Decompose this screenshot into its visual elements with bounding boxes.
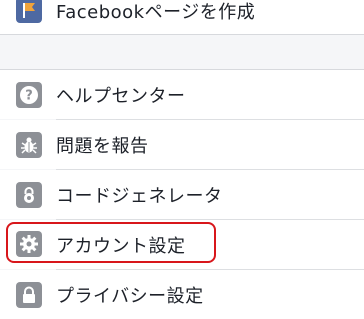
lock-icon [16,282,42,308]
svg-text:?: ? [25,89,33,104]
menu-item-help-center[interactable]: ? ヘルプセンター [0,70,364,119]
menu-item-create-page[interactable]: Facebookページを作成 [0,0,364,34]
menu-item-code-generator[interactable]: コードジェネレータ [0,170,364,219]
menu-item-account-settings[interactable]: アカウント設定 [0,220,364,269]
gear-icon [16,231,42,257]
menu-item-label: プライバシー設定 [56,285,204,307]
menu-item-label: コードジェネレータ [56,185,223,207]
menu-item-label: アカウント設定 [56,235,186,257]
menu-item-label: 問題を報告 [56,135,149,157]
menu-item-label: ヘルプセンター [56,85,186,107]
menu-item-label: Facebookページを作成 [56,1,256,23]
lock-code-icon [16,182,42,208]
menu-item-privacy-settings[interactable]: プライバシー設定 [0,270,364,319]
bug-icon [16,132,42,158]
menu-item-report-problem[interactable]: 問題を報告 [0,120,364,169]
help-icon: ? [16,82,42,108]
flag-icon [16,0,42,23]
